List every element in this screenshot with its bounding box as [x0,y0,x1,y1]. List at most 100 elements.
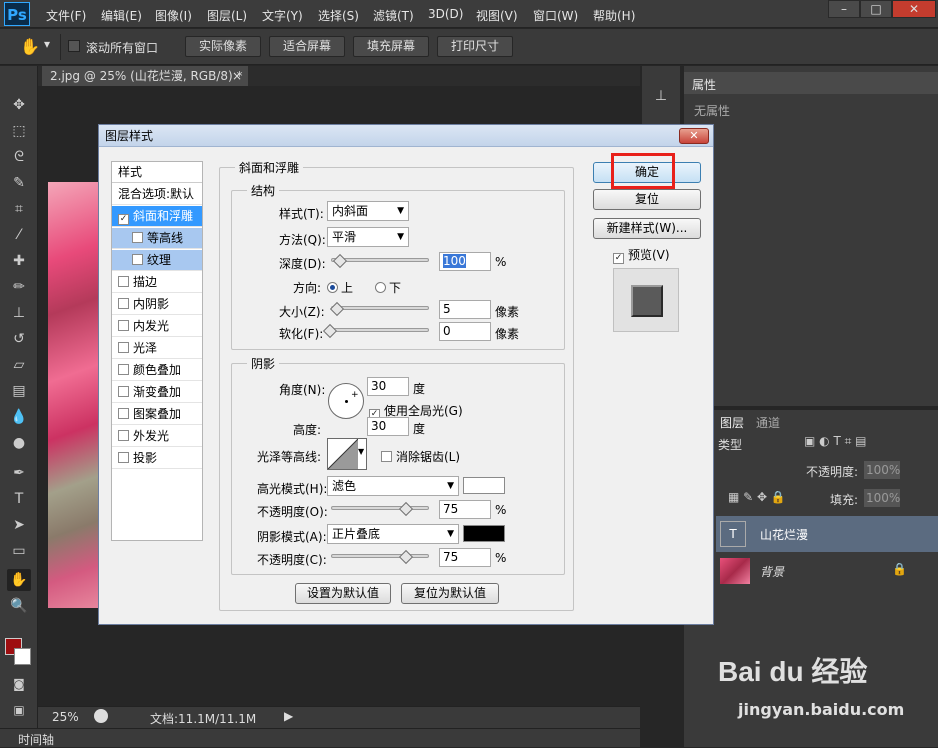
highlight-opacity-field[interactable]: 75 [439,500,491,519]
canvas-photo-peach-blossoms[interactable] [48,182,104,608]
layer-kind-filter[interactable]: 类型 [718,436,742,453]
style-checkbox[interactable] [118,452,129,463]
angle-dial[interactable]: + [328,383,364,419]
lock-icons[interactable]: ▦ ✎ ✥ 🔒 [728,490,786,504]
style-list-item[interactable]: 外发光 [112,426,202,447]
properties-tab[interactable]: 属性 [692,76,716,93]
style-checkbox[interactable] [118,276,129,287]
menu-view[interactable]: 视图(V) [476,7,518,24]
timeline-label[interactable]: 时间轴 [18,731,54,748]
layer-name[interactable]: 背景 [760,563,784,580]
history-brush-tool-icon[interactable]: ↺ [7,328,31,350]
menu-image[interactable]: 图像(I) [155,7,192,24]
style-list-item[interactable]: 渐变叠加 [112,382,202,403]
brush-tool-icon[interactable]: ✏ [7,276,31,298]
bevel-style-select[interactable]: 内斜面 ▼ [327,201,409,221]
style-list-item[interactable]: 内发光 [112,316,202,337]
direction-up-radio[interactable]: 上 [327,279,353,296]
reset-to-default-button[interactable]: 复位为默认值 [401,583,499,604]
layers-tab[interactable]: 图层 [720,414,744,431]
blur-tool-icon[interactable]: 💧 [7,406,31,428]
style-checkbox[interactable]: ✓ [118,214,129,225]
highlight-opacity-slider[interactable] [331,506,429,510]
menu-file[interactable]: 文件(F) [46,7,86,24]
clone-stamp-tool-icon[interactable]: ⊥ [7,302,31,324]
style-checkbox[interactable] [118,364,129,375]
pen-tool-icon[interactable]: ✒ [7,462,31,484]
style-list-item[interactable]: 光泽 [112,338,202,359]
highlight-color-swatch[interactable] [463,477,505,494]
quick-select-tool-icon[interactable]: ✎ [7,172,31,194]
style-checkbox[interactable] [118,430,129,441]
style-checkbox[interactable] [118,342,129,353]
hand-tool-button-icon[interactable]: ✋ [7,569,31,591]
style-list-item[interactable]: ✓ 斜面和浮雕 [112,206,202,227]
style-checkbox[interactable] [118,386,129,397]
direction-down-radio[interactable]: 下 [375,279,401,296]
gloss-contour-picker[interactable]: ▼ [327,438,367,470]
crop-tool-icon[interactable]: ⌗ [7,198,31,220]
shadow-opacity-field[interactable]: 75 [439,548,491,567]
new-style-button[interactable]: 新建样式(W)... [593,218,701,239]
opacity-field[interactable]: 100% [864,461,900,479]
technique-select[interactable]: 平滑 ▼ [327,227,409,247]
highlight-mode-select[interactable]: 滤色 ▼ [327,476,459,496]
document-tab-close-icon[interactable]: × [232,66,242,86]
style-list-item[interactable]: 等高线 [112,228,202,249]
dialog-close-button[interactable]: ✕ [679,128,709,144]
soften-field[interactable]: 0 [439,322,491,341]
style-list-item[interactable]: 内阴影 [112,294,202,315]
type-tool-icon[interactable]: T [7,488,31,510]
document-tab[interactable]: 2.jpg @ 25% (山花烂漫, RGB/8) * × [42,66,248,86]
anti-alias-checkbox[interactable]: 消除锯齿(L) [381,448,460,465]
style-checkbox[interactable] [118,408,129,419]
quick-mask-icon[interactable]: ◙ [7,673,31,695]
close-window-button[interactable]: ✕ [892,0,936,18]
marquee-tool-icon[interactable]: ⬚ [7,120,31,142]
background-color-swatch[interactable] [14,648,31,665]
print-size-button[interactable]: 打印尺寸 [437,36,513,57]
move-tool-icon[interactable]: ✥ [7,94,31,116]
blend-options-item[interactable]: 混合选项:默认 [112,184,202,205]
healing-brush-tool-icon[interactable]: ✚ [7,250,31,272]
reset-button[interactable]: 复位 [593,189,701,210]
eraser-tool-icon[interactable]: ▱ [7,354,31,376]
zoom-level[interactable]: 25% [52,710,79,724]
size-slider[interactable] [331,306,429,310]
style-list-item[interactable]: 颜色叠加 [112,360,202,381]
status-menu-arrow-icon[interactable]: ▶ [284,709,293,723]
fill-screen-button[interactable]: 填充屏幕 [353,36,429,57]
size-field[interactable]: 5 [439,300,491,319]
menu-edit[interactable]: 编辑(E) [101,7,142,24]
eyedropper-tool-icon[interactable]: ⁄ [7,224,31,246]
screen-mode-icon[interactable]: ▣ [7,699,31,721]
status-info-icon[interactable] [94,709,108,723]
style-list-item[interactable]: 投影 [112,448,202,469]
tool-preset-chevron-icon[interactable]: ▾ [44,37,50,51]
make-default-button[interactable]: 设置为默认值 [295,583,391,604]
dialog-title-bar[interactable]: 图层样式 [99,125,713,147]
shadow-opacity-slider[interactable] [331,554,429,558]
shadow-mode-select[interactable]: 正片叠底 ▼ [327,524,459,544]
depth-field[interactable]: 100 [439,252,491,271]
menu-3d[interactable]: 3D(D) [428,7,463,21]
menu-type[interactable]: 文字(Y) [262,7,303,24]
style-checkbox[interactable] [132,232,143,243]
lasso-tool-icon[interactable]: ᘓ [7,146,31,168]
actual-pixels-button[interactable]: 实际像素 [185,36,261,57]
menu-filter[interactable]: 滤镜(T) [373,7,414,24]
shadow-color-swatch[interactable] [463,525,505,542]
style-list-item[interactable]: 描边 [112,272,202,293]
menu-select[interactable]: 选择(S) [318,7,359,24]
menu-layer[interactable]: 图层(L) [207,7,247,24]
fit-screen-button[interactable]: 适合屏幕 [269,36,345,57]
style-checkbox[interactable] [118,320,129,331]
scroll-all-checkbox[interactable] [68,40,80,52]
fill-field[interactable]: 100% [864,489,900,507]
path-select-tool-icon[interactable]: ➤ [7,514,31,536]
clone-source-panel-icon[interactable]: ⊥ [652,88,670,106]
layer-row[interactable]: 背景 🔒 [716,554,938,588]
menu-window[interactable]: 窗口(W) [533,7,578,24]
styles-header[interactable]: 样式 [112,162,202,183]
shape-tool-icon[interactable]: ▭ [7,540,31,562]
